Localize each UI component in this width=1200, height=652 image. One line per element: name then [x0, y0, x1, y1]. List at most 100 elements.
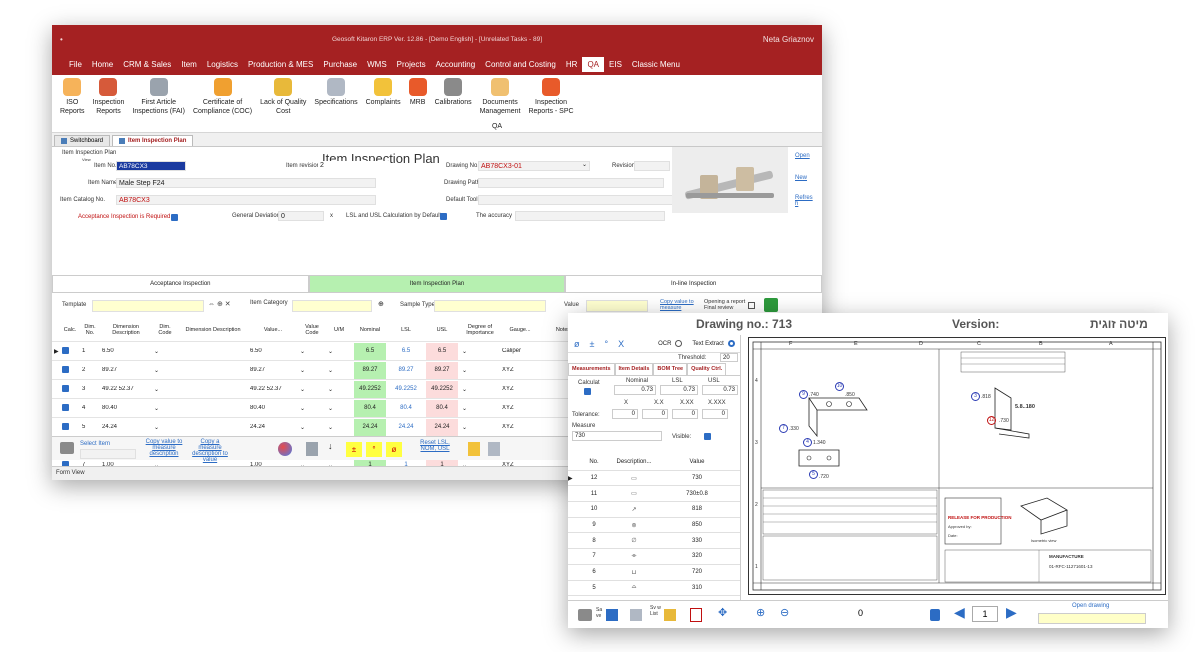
column-header[interactable]: Degree of Importance: [460, 324, 500, 336]
um-dropdown[interactable]: ⌄: [326, 405, 352, 412]
balloon-icon[interactable]: 9: [799, 390, 808, 399]
ribbon-button[interactable]: Specifications: [310, 78, 361, 107]
um-dropdown[interactable]: ⌄: [326, 386, 352, 393]
menu-item[interactable]: Control and Costing: [480, 57, 561, 72]
next-page-icon[interactable]: ▶: [1006, 604, 1017, 621]
drawing-no-dropdown-icon[interactable]: ⌄: [582, 161, 587, 168]
measure-list-item[interactable]: ▶ 12 ▭ 730: [568, 471, 740, 487]
nominal[interactable]: 6.5: [352, 342, 388, 360]
acceptance-checkbox[interactable]: [171, 214, 178, 221]
column-header[interactable]: Dimension Description: [100, 324, 152, 336]
column-header[interactable]: Value Code: [298, 324, 326, 336]
band-item-plan[interactable]: Item Inspection Plan: [308, 275, 566, 293]
panel-subtab[interactable]: Item Details: [614, 363, 654, 375]
threshold-field[interactable]: 20: [720, 353, 738, 362]
calc-checkbox-cell[interactable]: [60, 384, 80, 394]
list-icon[interactable]: [664, 609, 676, 621]
panel-subtab[interactable]: Measurements: [568, 363, 615, 375]
calc-checkbox-cell[interactable]: [60, 422, 80, 432]
calc-checkbox[interactable]: [62, 384, 69, 392]
band-inline[interactable]: In-line Inspection: [565, 275, 822, 293]
tolerance-field-4[interactable]: 0: [702, 409, 728, 419]
copy-icon[interactable]: [488, 442, 500, 456]
menu-item[interactable]: CRM & Sales: [118, 57, 176, 72]
importance-dropdown[interactable]: ⌄: [460, 386, 500, 393]
diameter-symbol-button[interactable]: ø: [574, 339, 580, 349]
usl-field[interactable]: 0.73: [702, 385, 738, 395]
menu-item[interactable]: File: [64, 57, 87, 72]
palette-icon[interactable]: [278, 442, 292, 456]
lsl[interactable]: 89.27: [388, 362, 424, 379]
balloon-icon[interactable]: 4: [803, 438, 812, 447]
print-icon[interactable]: [60, 442, 74, 454]
importance-dropdown[interactable]: ⌄: [460, 348, 500, 355]
prev-page-icon[interactable]: ◀: [954, 604, 965, 621]
column-header[interactable]: U/M: [326, 327, 352, 333]
text-extract-radio[interactable]: [727, 340, 735, 347]
column-header[interactable]: Dim. No.: [80, 324, 100, 336]
dim-code-dropdown[interactable]: ⌄: [152, 405, 178, 412]
value-field[interactable]: [586, 300, 648, 312]
image-icon[interactable]: [630, 609, 642, 621]
menu-item[interactable]: EIS: [604, 57, 627, 72]
column-header[interactable]: Dimension Description: [178, 327, 248, 333]
degree-button[interactable]: °: [366, 442, 382, 457]
select-item-field[interactable]: [80, 449, 136, 459]
dim-code-dropdown[interactable]: ⌄: [152, 386, 178, 393]
lsl-field[interactable]: 0.73: [660, 385, 698, 395]
importance-dropdown[interactable]: ⌄: [460, 405, 500, 412]
dim-code-dropdown[interactable]: ⌄: [152, 348, 178, 355]
sort-icon[interactable]: ↓: [328, 441, 333, 451]
zoom-in-icon[interactable]: ⊕: [756, 606, 765, 619]
revision-field[interactable]: [634, 161, 670, 171]
ribbon-button[interactable]: First Article Inspections (FAI): [128, 78, 189, 116]
value[interactable]: 80.40: [248, 405, 298, 411]
x-symbol-button[interactable]: X: [618, 339, 624, 349]
value-code-dropdown[interactable]: ⌄: [298, 367, 326, 374]
usl[interactable]: 6.5: [424, 342, 460, 360]
lsl[interactable]: 49.2252: [388, 381, 424, 398]
move-icon[interactable]: ✥: [718, 606, 727, 619]
tolerance-field-2[interactable]: 0: [642, 409, 668, 419]
calc-checkbox[interactable]: [62, 403, 69, 411]
menu-item[interactable]: WMS: [362, 57, 392, 72]
template-tools-icon[interactable]: ⇔ ⊕ ✕: [208, 300, 231, 308]
calc-checkbox[interactable]: [62, 422, 69, 430]
balloon-icon[interactable]: 10: [835, 382, 844, 391]
value[interactable]: 6.50: [248, 348, 298, 354]
menu-item[interactable]: Production & MES: [243, 57, 318, 72]
dim-code-dropdown[interactable]: ⌄: [152, 367, 178, 374]
dimension-description[interactable]: 24.24: [100, 424, 152, 430]
ribbon-button[interactable]: Calibrations: [431, 78, 476, 107]
value[interactable]: 89.27: [248, 367, 298, 373]
ribbon-button[interactable]: Complaints: [362, 78, 405, 107]
opening-report-checkbox[interactable]: [748, 302, 755, 309]
dimension-description[interactable]: 89.27: [100, 367, 152, 373]
value-code-dropdown[interactable]: ⌄: [298, 348, 326, 355]
balloon-icon[interactable]: 3: [971, 392, 980, 401]
default-tool-field[interactable]: [478, 195, 678, 205]
calc-checkbox[interactable]: [584, 388, 591, 395]
ribbon-button[interactable]: Inspection Reports - SPC: [524, 78, 577, 116]
panel-subtab[interactable]: BOM Tree: [653, 363, 688, 375]
menu-item[interactable]: Projects: [392, 57, 431, 72]
dimension-description[interactable]: 80.40: [100, 405, 152, 411]
menu-item[interactable]: Item: [176, 57, 202, 72]
menu-item[interactable]: QA: [582, 56, 605, 72]
column-header[interactable]: Nominal: [352, 327, 388, 333]
plusminus-symbol-button[interactable]: ±: [590, 339, 595, 349]
page-number-field[interactable]: 1: [972, 606, 998, 622]
gauge[interactable]: XYZ: [500, 386, 540, 392]
usl[interactable]: 49.2252: [424, 380, 460, 398]
format-xx[interactable]: X.X: [654, 400, 664, 406]
item-category-field[interactable]: [292, 300, 372, 312]
gauge[interactable]: XYZ: [500, 405, 540, 411]
column-header[interactable]: Dim. Code: [152, 324, 178, 336]
ocr-radio[interactable]: [675, 340, 683, 347]
ribbon-button[interactable]: Lack of Quality Cost: [256, 78, 310, 116]
um-dropdown[interactable]: ⌄: [326, 367, 352, 374]
accuracy-field[interactable]: [515, 211, 665, 221]
measure-list-item[interactable]: 11 ▭ 730±0.8: [568, 486, 740, 503]
gauge[interactable]: XYZ: [500, 424, 540, 430]
importance-dropdown[interactable]: ⌄: [460, 424, 500, 431]
